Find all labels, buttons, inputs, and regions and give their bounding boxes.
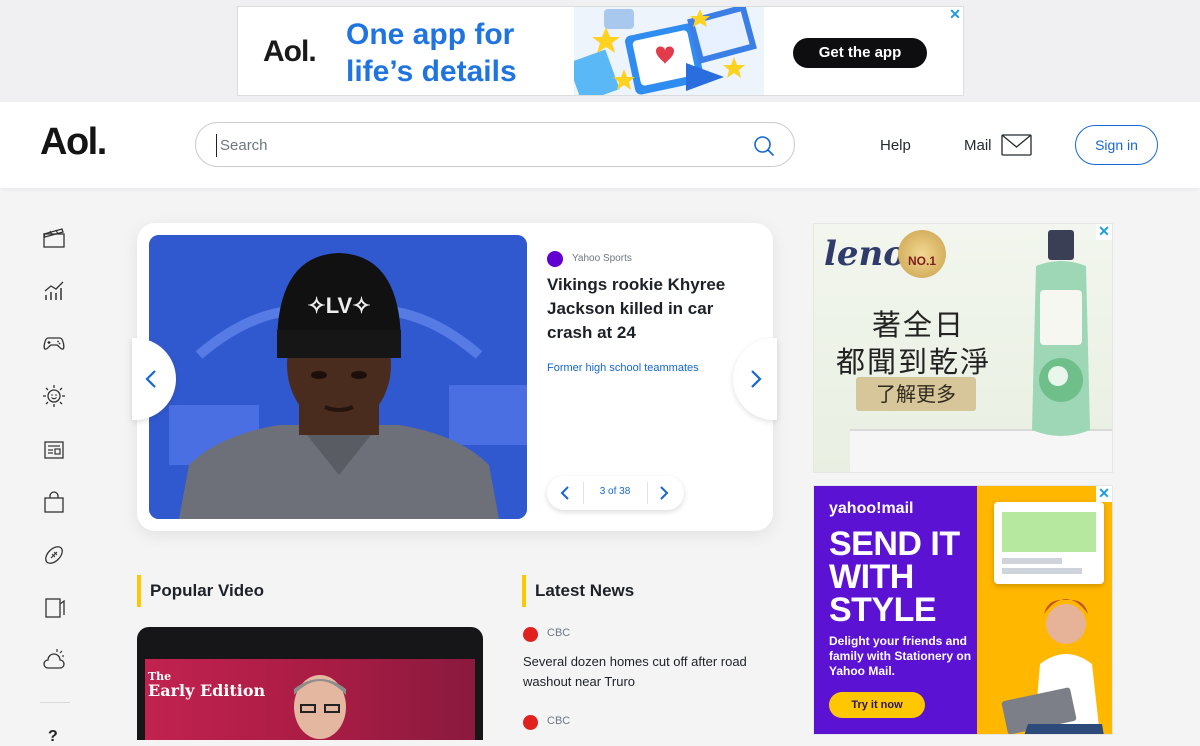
woman-with-laptop-illustration	[1001, 599, 1104, 734]
app-illustration-icon	[574, 7, 764, 95]
weather-icon[interactable]	[42, 648, 66, 672]
site-header: Aol. Help Mail Sign in	[0, 102, 1200, 188]
pager-prev-icon[interactable]	[557, 484, 573, 502]
popular-video-thumbnail[interactable]: The Early Edition	[137, 627, 483, 740]
carousel-counter: 3 of 38	[599, 486, 631, 497]
entertainment-icon[interactable]	[42, 226, 66, 250]
show-title-line2: Early Edition	[148, 681, 266, 700]
hero-source: Yahoo Sports	[572, 253, 632, 264]
yahoo-mail-logo: yahoo!mail	[829, 500, 914, 517]
mail-link[interactable]: Mail	[964, 137, 992, 154]
text-line	[1002, 558, 1062, 564]
get-the-app-button[interactable]: Get the app	[793, 38, 927, 68]
top-ad-zone: Aol. One app for life’s details Get the …	[0, 0, 1200, 102]
video-frame: The Early Edition	[145, 659, 475, 740]
news-item[interactable]: CBC Several dozen homes cut off after ro…	[523, 627, 783, 697]
news-source: CBC	[547, 715, 571, 727]
cbc-logo-icon	[523, 715, 538, 730]
try-it-now-button[interactable]: Try it now	[829, 692, 925, 718]
close-icon[interactable]: ✕	[947, 7, 963, 23]
mail-envelope-icon[interactable]	[1001, 134, 1032, 156]
games-icon[interactable]	[42, 331, 66, 355]
video-icon[interactable]	[42, 595, 66, 619]
hero-headline[interactable]: Vikings rookie Khyree Jackson killed in …	[547, 273, 757, 345]
ad-description: Delight your friends and family with Sta…	[829, 634, 972, 678]
search-icon[interactable]	[752, 134, 776, 158]
cbc-logo-icon	[523, 627, 538, 642]
yahoo-sports-logo-icon	[547, 251, 563, 267]
learn-more-button[interactable]: 了解更多	[856, 377, 976, 411]
help-link[interactable]: Help	[880, 137, 911, 154]
sports-icon[interactable]	[42, 543, 66, 567]
stationery-preview	[994, 502, 1104, 584]
news-item[interactable]: CBC	[523, 715, 783, 740]
ad-headline: SEND IT WITH STYLE	[829, 525, 960, 629]
stationery-banner	[1002, 512, 1096, 552]
search-bar[interactable]	[195, 122, 795, 167]
ad-line2: 都聞到乾淨	[836, 345, 992, 379]
sign-in-button[interactable]: Sign in	[1075, 125, 1158, 165]
finance-icon[interactable]	[42, 279, 66, 303]
news-icon[interactable]	[42, 438, 66, 462]
chevron-left-icon	[145, 370, 156, 388]
news-headline[interactable]: Several dozen homes cut off after road w…	[523, 652, 763, 692]
ad-headline: One app for life’s details	[346, 18, 517, 88]
text-caret	[216, 134, 217, 157]
chevron-right-icon	[751, 370, 762, 388]
aol-logo[interactable]: Aol.	[40, 121, 107, 164]
hero-subheadline[interactable]: Former high school teammates	[547, 362, 699, 374]
latest-news-heading: Latest News	[522, 575, 634, 607]
lenor-ad[interactable]: lenor NO.1 著全日 都聞到乾淨 了解更多 ✕	[813, 223, 1113, 473]
search-input[interactable]	[220, 132, 740, 158]
carousel-pager: 3 of 38	[547, 476, 684, 510]
pager-next-icon[interactable]	[656, 484, 672, 502]
popular-video-heading: Popular Video	[137, 575, 264, 607]
close-icon[interactable]: ✕	[1096, 224, 1112, 240]
news-source: CBC	[547, 627, 571, 639]
player-photo: ✧LV✧	[149, 235, 527, 519]
yahoo-mail-ad[interactable]: yahoo!mail SEND IT WITH STYLE Delight yo…	[813, 485, 1113, 735]
presenter-figure	[294, 675, 346, 739]
ad-line1: 著全日	[872, 308, 966, 342]
pager-divider	[647, 482, 648, 504]
pager-divider	[583, 482, 584, 504]
hero-carousel: ✧LV✧ Yahoo Sports Vikings rookie Khyree …	[137, 223, 773, 531]
hero-image[interactable]: ✧LV✧	[149, 235, 527, 519]
detergent-bottle-icon	[1032, 230, 1090, 436]
svg-text:✧LV✧: ✧LV✧	[307, 293, 370, 318]
top-ad-banner[interactable]: Aol. One app for life’s details Get the …	[237, 6, 964, 96]
nav-more-icon[interactable]: ?	[48, 728, 58, 746]
ad-logo: Aol.	[263, 35, 317, 68]
close-icon[interactable]: ✕	[1096, 486, 1112, 502]
lifestyle-icon[interactable]	[42, 384, 66, 408]
nav-divider	[40, 702, 70, 703]
no1-badge: NO.1	[898, 230, 946, 278]
shopping-icon[interactable]	[42, 490, 66, 514]
